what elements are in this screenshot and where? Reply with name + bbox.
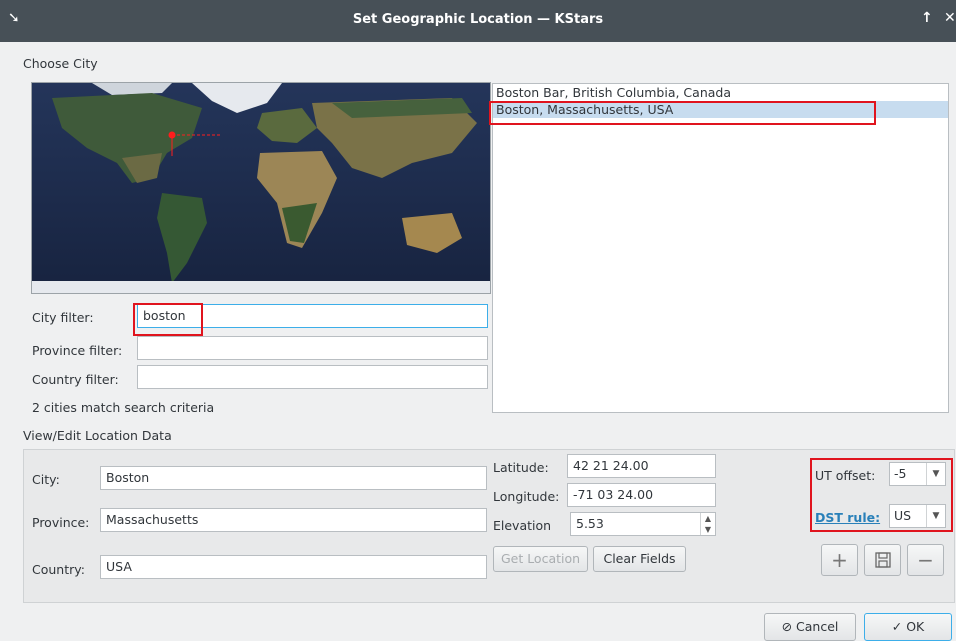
province-label: Province:	[32, 515, 90, 530]
highlight-city-filter	[133, 303, 203, 336]
elevation-value: 5.53	[576, 516, 604, 531]
cancel-button[interactable]: ⊘ Cancel	[764, 613, 856, 641]
longitude-input[interactable]: -71 03 24.00	[567, 483, 716, 507]
list-item[interactable]: Boston Bar, British Columbia, Canada	[493, 84, 948, 101]
location-marker	[168, 131, 176, 139]
province-input[interactable]: Massachusetts	[100, 508, 487, 532]
highlight-selected-city	[489, 101, 876, 125]
remove-city-button[interactable]: −	[907, 544, 944, 576]
ok-label: OK	[906, 619, 925, 634]
longitude-label: Longitude:	[493, 489, 560, 504]
cancel-icon: ⊘	[781, 619, 793, 634]
window-title: Set Geographic Location — KStars	[352, 12, 604, 27]
elevation-label: Elevation	[493, 518, 552, 533]
country-filter-label: Country filter:	[32, 372, 119, 387]
title-bar: ➘ Set Geographic Location — KStars ↑ ✕	[0, 0, 956, 42]
keep-above-icon[interactable]: ↑	[921, 10, 933, 26]
plus-icon: +	[831, 548, 848, 572]
close-icon[interactable]: ✕	[944, 10, 956, 26]
checkmark-icon: ✓	[891, 619, 903, 634]
province-filter-input[interactable]	[137, 336, 488, 360]
ok-button[interactable]: ✓ OK	[864, 613, 952, 641]
cancel-label: Cancel	[796, 619, 839, 634]
spin-arrows-icon[interactable]: ▲ ▼	[700, 513, 715, 535]
province-filter-label: Province filter:	[32, 343, 123, 358]
elevation-spinbox[interactable]: 5.53 ▲ ▼	[570, 512, 716, 536]
city-input[interactable]: Boston	[100, 466, 487, 490]
save-city-button[interactable]	[864, 544, 901, 576]
minus-icon: −	[917, 548, 934, 572]
highlight-ut-dst	[810, 458, 953, 532]
choose-city-label: Choose City	[23, 56, 98, 71]
city-label: City:	[32, 472, 60, 487]
add-city-button[interactable]: +	[821, 544, 858, 576]
world-map-image	[32, 83, 490, 293]
get-location-button[interactable]: Get Location	[493, 546, 588, 572]
clear-fields-button[interactable]: Clear Fields	[593, 546, 686, 572]
match-count-text: 2 cities match search criteria	[32, 400, 215, 415]
location-data-label: View/Edit Location Data	[23, 428, 172, 443]
save-icon	[874, 552, 891, 568]
city-filter-label: City filter:	[32, 310, 94, 325]
latitude-label: Latitude:	[493, 460, 549, 475]
latitude-input[interactable]: 42 21 24.00	[567, 454, 716, 478]
city-list[interactable]: Boston Bar, British Columbia, Canada Bos…	[492, 83, 949, 413]
world-map[interactable]	[31, 82, 491, 294]
country-filter-input[interactable]	[137, 365, 488, 389]
country-input[interactable]: USA	[100, 555, 487, 579]
country-label: Country:	[32, 562, 85, 577]
